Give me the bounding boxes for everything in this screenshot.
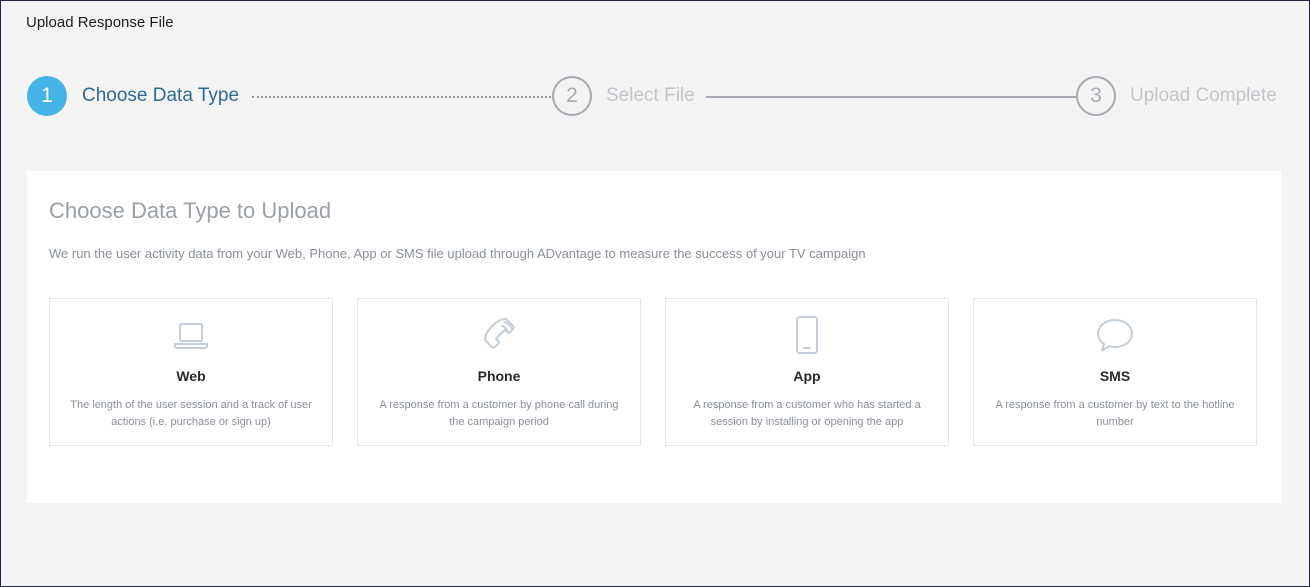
step-1-label[interactable]: Choose Data Type: [82, 85, 239, 107]
step-2-label: Select File: [606, 85, 695, 106]
stepper-connector-1: [252, 96, 551, 98]
panel-title: Choose Data Type to Upload: [49, 198, 332, 223]
chat-bubble-icon: [1095, 315, 1135, 355]
step-3-label: Upload Complete: [1130, 85, 1277, 106]
page-title: Upload Response File: [26, 14, 174, 31]
laptop-icon: [171, 315, 211, 355]
data-type-name: App: [793, 368, 821, 384]
data-type-card-app[interactable]: App A response from a customer who has s…: [665, 298, 949, 446]
data-type-description: A response from a customer by text to th…: [995, 399, 1235, 428]
panel-description: We run the user activity data from your …: [49, 246, 866, 261]
mobile-device-icon: [787, 315, 827, 355]
phone-icon: [479, 315, 519, 355]
data-type-name: Web: [176, 368, 206, 384]
data-type-card-sms[interactable]: SMS A response from a customer by text t…: [973, 298, 1257, 446]
data-type-description: A response from a customer who has start…: [693, 399, 921, 428]
data-type-card-web[interactable]: Web The length of the user session and a…: [49, 298, 333, 446]
step-1-circle[interactable]: 1: [27, 76, 67, 116]
data-type-name: SMS: [1099, 368, 1131, 384]
step-2-circle: 2: [552, 76, 592, 116]
data-type-panel: Choose Data Type to Upload We run the us…: [27, 171, 1281, 503]
data-type-card-phone[interactable]: Phone A response from a customer by phon…: [357, 298, 641, 446]
data-type-description: A response from a customer by phone call…: [379, 399, 619, 428]
data-type-name: Phone: [477, 368, 521, 384]
stepper-connector-2: [706, 96, 1076, 98]
step-3-circle: 3: [1076, 76, 1116, 116]
data-type-description: The length of the user session and a tra…: [70, 399, 312, 428]
upload-response-window: Upload Response File 1 Choose Data Type …: [0, 0, 1310, 587]
